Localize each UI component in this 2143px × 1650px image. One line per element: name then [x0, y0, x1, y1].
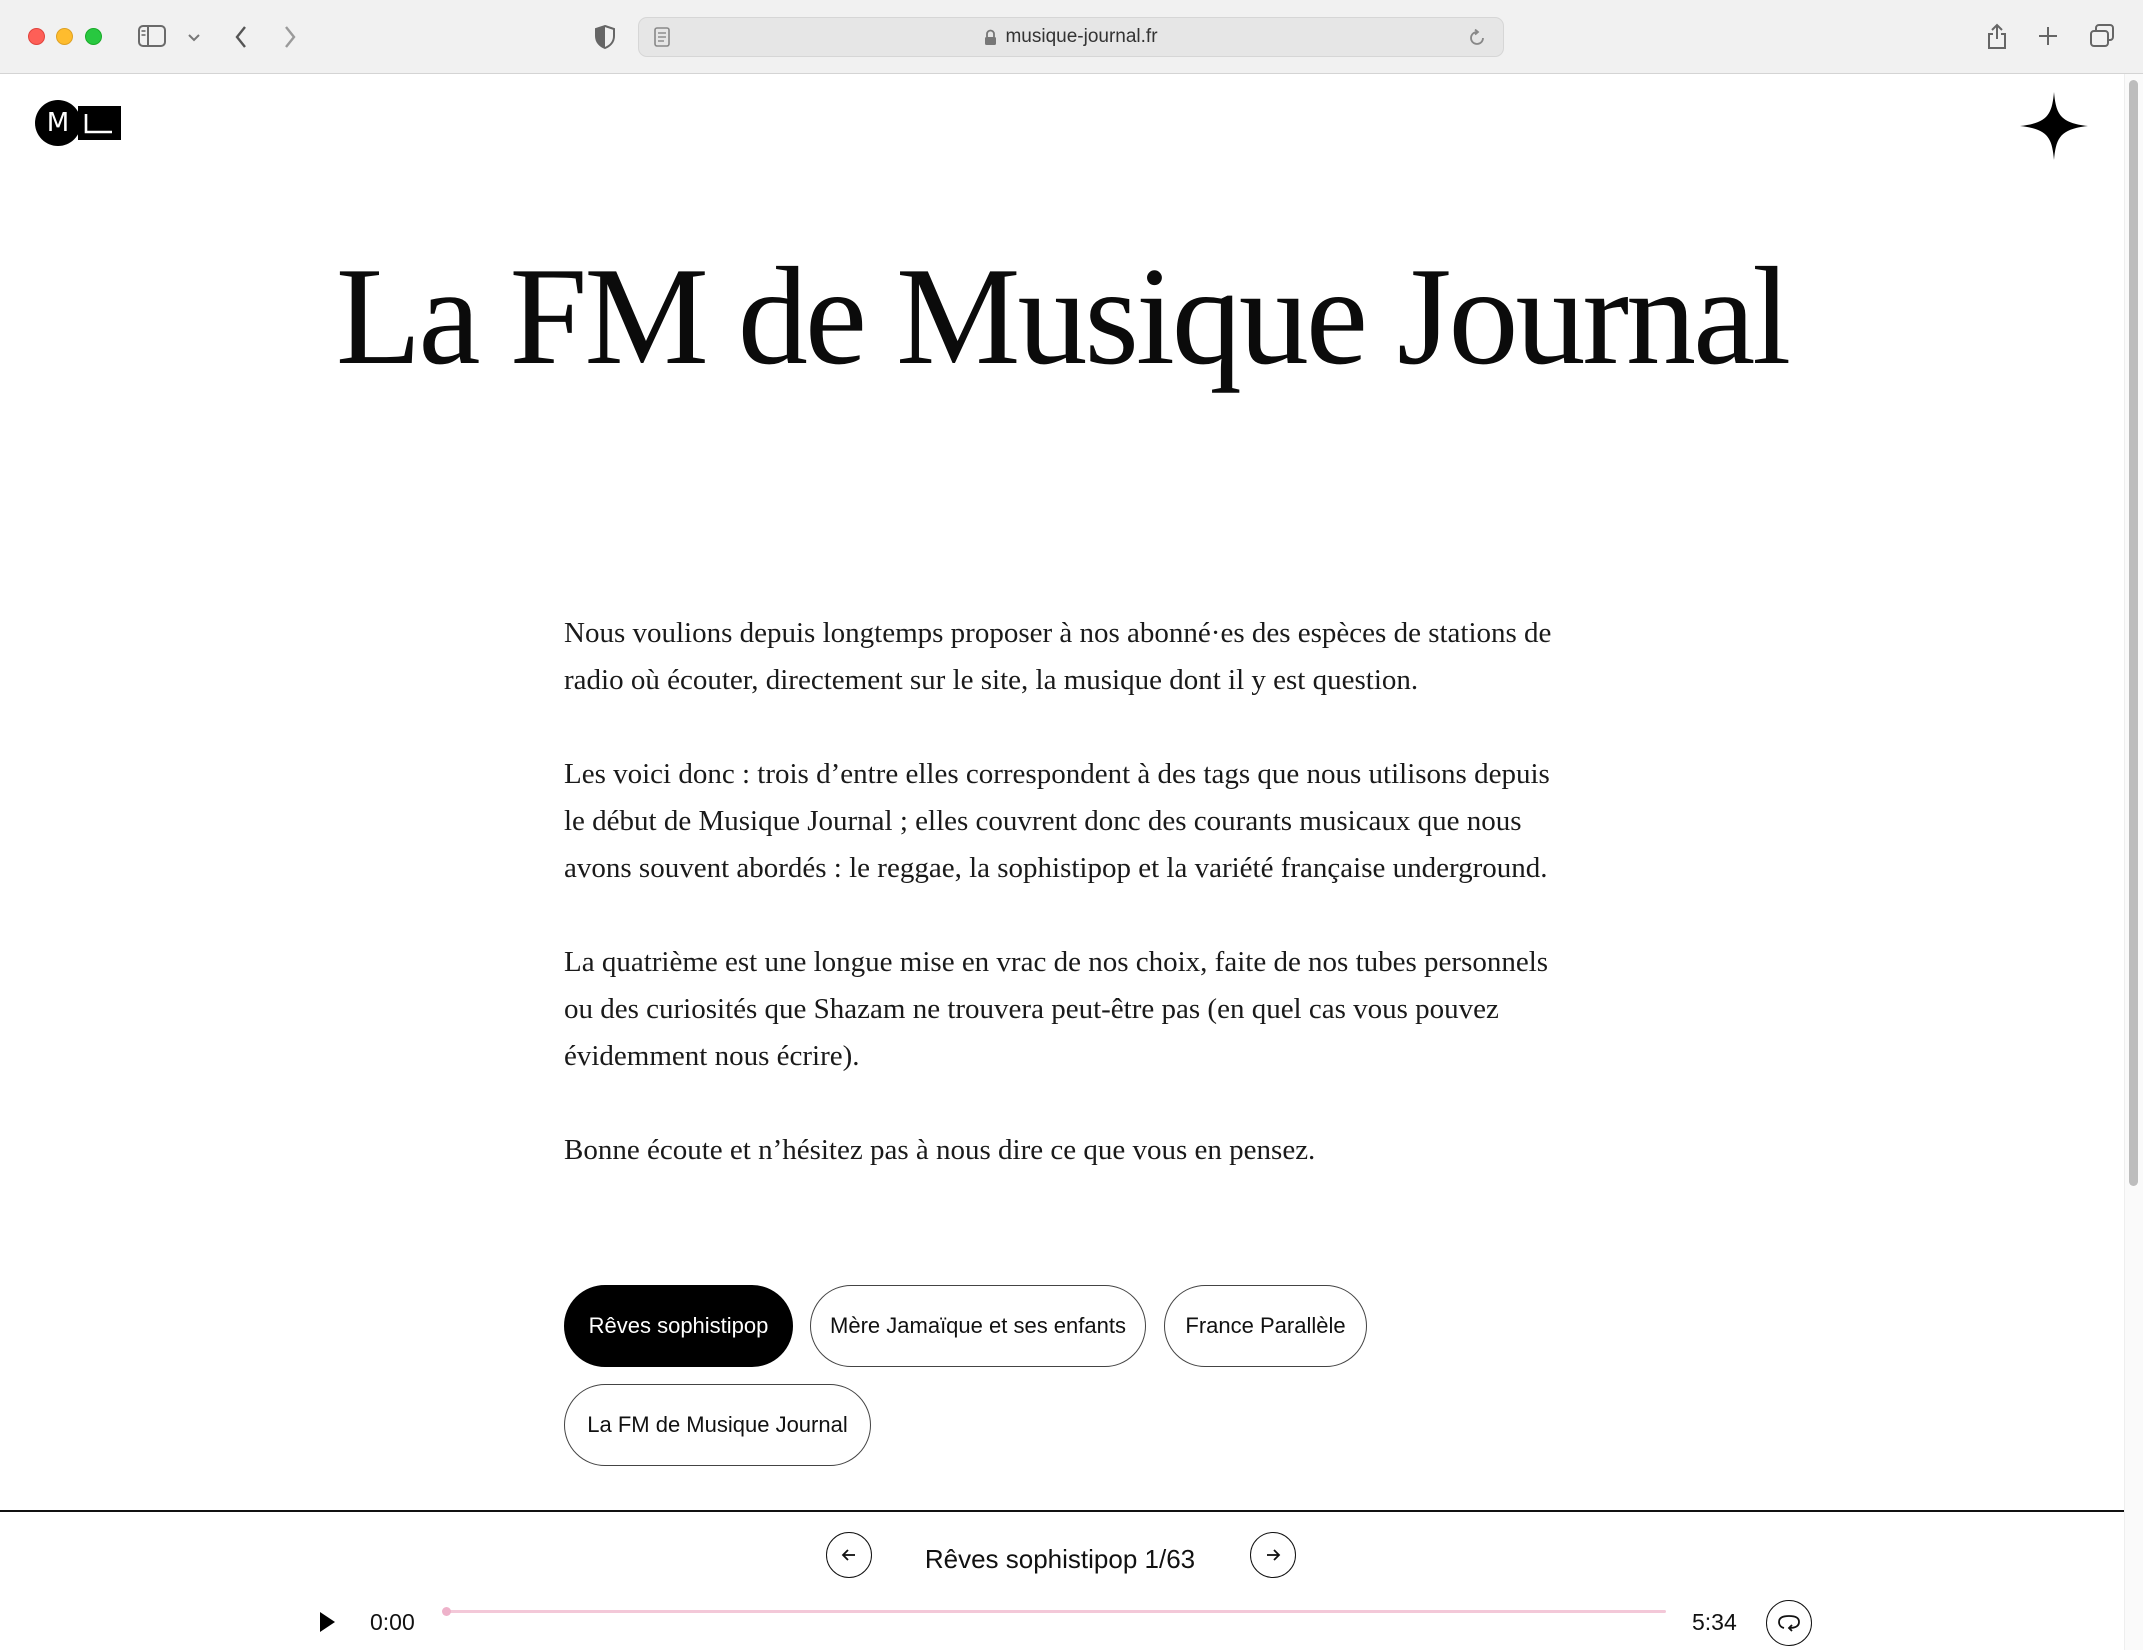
playback-progress-bar[interactable]: [442, 1607, 1666, 1616]
address-bar[interactable]: musique-journal.fr: [638, 17, 1504, 57]
audio-player: Rêves sophistipop 1/63 0:00 5:34: [0, 1510, 2124, 1650]
article-paragraph: Les voici donc : trois d’entre elles cor…: [564, 758, 1550, 884]
scrollbar-thumb[interactable]: [2129, 80, 2138, 1186]
share-icon[interactable]: [1982, 20, 2012, 52]
privacy-shield-icon[interactable]: [590, 22, 620, 52]
sparkle-icon[interactable]: [2018, 90, 2090, 162]
article-body: Nous voulions depuis longtemps proposer …: [564, 610, 1564, 1221]
site-logo[interactable]: M: [35, 100, 121, 146]
article-paragraph: Nous voulions depuis longtemps proposer …: [564, 617, 1552, 696]
next-track-button[interactable]: [1250, 1532, 1296, 1578]
chevron-right-icon[interactable]: [277, 22, 303, 52]
station-chip-mere-jamaique[interactable]: Mère Jamaïque et ses enfants: [810, 1285, 1146, 1367]
arrow-right-icon: [1264, 1548, 1282, 1562]
progress-knob[interactable]: [442, 1607, 451, 1616]
article-paragraph: Bonne écoute et n’hésitez pas à nous dir…: [564, 1134, 1316, 1166]
station-chip-france-parallele[interactable]: France Parallèle: [1164, 1285, 1367, 1367]
minimize-window-button[interactable]: [56, 28, 73, 45]
previous-track-button[interactable]: [826, 1532, 872, 1578]
chevron-down-icon[interactable]: [184, 28, 204, 46]
current-time: 0:00: [370, 1608, 415, 1635]
current-station-track: Rêves sophistipop 1/63: [924, 1543, 1196, 1574]
chevron-left-icon[interactable]: [228, 22, 254, 52]
duration-time: 5:34: [1692, 1608, 1737, 1635]
article-paragraph: La quatrième est une longue mise en vrac…: [564, 946, 1549, 1072]
loop-button[interactable]: [1766, 1600, 1812, 1646]
reload-icon[interactable]: [1465, 26, 1489, 50]
loop-icon: [1778, 1613, 1800, 1633]
page-title: La FM de Musique Journal: [335, 239, 1791, 394]
station-chip-reves-sophistipop[interactable]: Rêves sophistipop: [564, 1285, 793, 1367]
logo-circle: M: [35, 100, 81, 146]
arrow-left-icon: [840, 1548, 858, 1562]
tabs-overview-icon[interactable]: [2087, 22, 2117, 50]
logo-square: [78, 106, 121, 140]
close-window-button[interactable]: [28, 28, 45, 45]
station-chip-fm-musique-journal[interactable]: La FM de Musique Journal: [564, 1384, 871, 1466]
zoom-window-button[interactable]: [85, 28, 102, 45]
plus-icon[interactable]: [2034, 22, 2062, 50]
sidebar-icon[interactable]: [136, 22, 168, 50]
lock-icon: [984, 29, 997, 46]
play-icon: [318, 1611, 336, 1633]
page-content: M La FM de Musique Journal Nous voulions…: [0, 74, 2124, 1650]
url-text: musique-journal.fr: [1005, 26, 1158, 47]
play-button[interactable]: [312, 1604, 342, 1640]
browser-toolbar: musique-journal.fr: [0, 0, 2143, 74]
